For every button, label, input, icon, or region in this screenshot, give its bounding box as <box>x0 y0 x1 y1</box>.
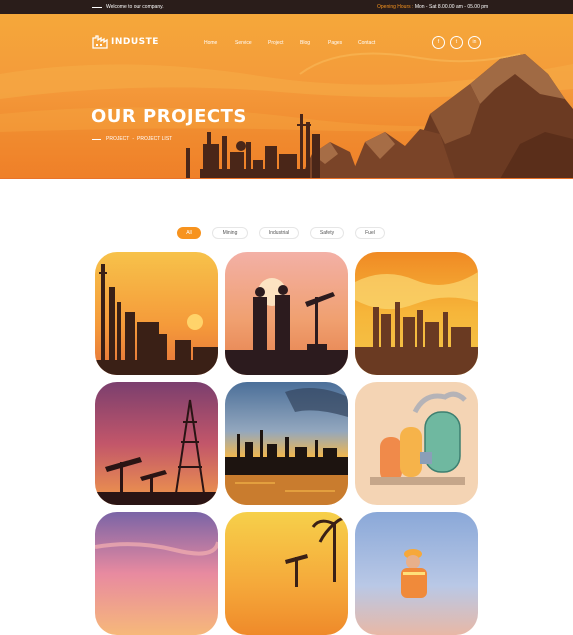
twitter-icon[interactable]: t <box>450 36 463 49</box>
project-card-8[interactable] <box>225 512 348 635</box>
factory-skyline-image <box>355 252 478 375</box>
breadcrumb-project[interactable]: PROJECT <box>106 136 129 142</box>
desert-sunset-image <box>95 512 218 635</box>
project-card-7[interactable] <box>95 512 218 635</box>
oil-pump-palm-image <box>225 512 348 635</box>
project-card-2[interactable] <box>225 252 348 375</box>
refinery-sunset-image <box>95 252 218 375</box>
hero-illustration <box>0 52 573 179</box>
welcome-text: Welcome to our company. <box>106 4 164 10</box>
project-card-6[interactable] <box>355 382 478 505</box>
opening-hours: Opening Hours : Mon - Sat 8.00.00 am - 0… <box>377 4 488 10</box>
nav-blog[interactable]: Blog <box>300 40 310 46</box>
main-nav: Home Service Project Blog Pages Contact <box>0 40 573 48</box>
project-card-5[interactable] <box>225 382 348 505</box>
engineer-worker-image <box>355 512 478 635</box>
welcome-divider <box>92 7 102 8</box>
chemical-tanks-image <box>355 382 478 505</box>
workers-oil-pump-image <box>225 252 348 375</box>
opening-hours-label: Opening Hours : <box>377 4 414 10</box>
linkedin-icon[interactable]: in <box>468 36 481 49</box>
filter-safety[interactable]: Safety <box>310 227 344 239</box>
project-card-9[interactable] <box>355 512 478 635</box>
hero-banner: INDUSTE Home Service Project Blog Pages … <box>0 14 573 179</box>
project-card-1[interactable] <box>95 252 218 375</box>
breadcrumb-divider <box>92 138 101 140</box>
project-card-3[interactable] <box>355 252 478 375</box>
nav-service[interactable]: Service <box>235 40 252 46</box>
project-card-4[interactable] <box>95 382 218 505</box>
filter-all[interactable]: All <box>177 227 201 239</box>
filter-industrial[interactable]: Industrial <box>259 227 299 239</box>
breadcrumb: PROJECT - PROJECT LIST <box>92 136 172 142</box>
breadcrumb-separator: - <box>132 136 135 142</box>
refinery-waterfront-image <box>225 382 348 505</box>
nav-contact[interactable]: Contact <box>358 40 375 46</box>
nav-home[interactable]: Home <box>204 40 217 46</box>
page-title: OUR PROJECTS <box>91 106 247 127</box>
nav-project[interactable]: Project <box>268 40 284 46</box>
project-filters: All Mining Industrial Safety Fuel <box>0 227 573 239</box>
breadcrumb-project-list: PROJECT LIST <box>137 136 173 142</box>
facebook-icon[interactable]: f <box>432 36 445 49</box>
nav-pages[interactable]: Pages <box>328 40 342 46</box>
opening-hours-value: Mon - Sat 8.00.00 am - 05.00 pm <box>414 4 489 10</box>
top-bar: Welcome to our company. Opening Hours : … <box>0 0 573 14</box>
filter-fuel[interactable]: Fuel <box>355 227 385 239</box>
filter-mining[interactable]: Mining <box>212 227 248 239</box>
oil-derrick-image <box>95 382 218 505</box>
